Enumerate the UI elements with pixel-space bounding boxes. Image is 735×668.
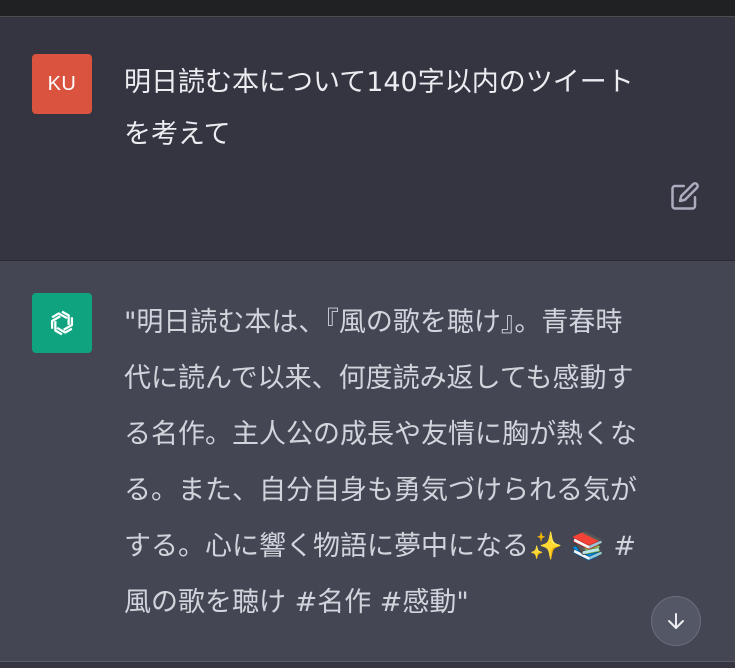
- user-message-text: 明日読む本について140字以内のツイート を考えて: [124, 67, 634, 150]
- edit-icon[interactable]: [668, 179, 702, 213]
- user-message: KU 明日読む本について140字以内のツイート を考えて: [0, 17, 735, 261]
- openai-logo-icon: [50, 310, 74, 336]
- scroll-to-bottom-button[interactable]: [651, 596, 701, 646]
- arrow-down-icon: [668, 613, 684, 629]
- assistant-avatar: [32, 293, 92, 353]
- assistant-message: "明日読む本は、『風の歌を聴け』。青春時 代に読んで以来、何度読み返しても感動す…: [0, 261, 735, 661]
- user-avatar: KU: [32, 54, 92, 114]
- user-avatar-initials: KU: [47, 72, 77, 95]
- assistant-message-text: "明日読む本は、『風の歌を聴け』。青春時 代に読んで以来、何度読み返しても感動す…: [124, 307, 637, 618]
- top-border: [0, 0, 735, 17]
